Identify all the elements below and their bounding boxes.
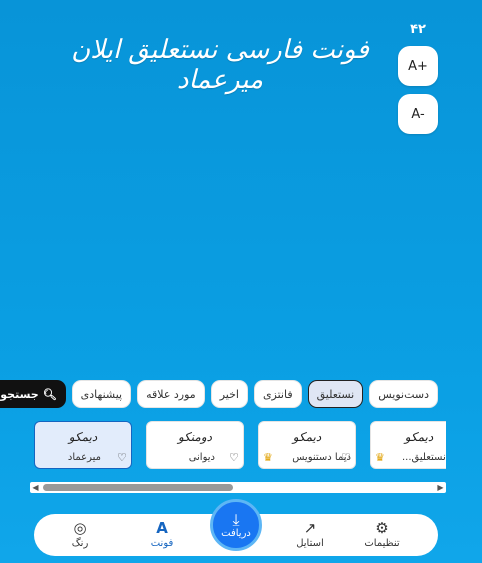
font-card[interactable]: دومنکو ♡ دیوانی	[146, 421, 244, 469]
tab-favorites[interactable]: مورد علاقه	[137, 380, 205, 408]
font-card-name: میرعماد	[67, 452, 101, 463]
horizontal-scrollbar[interactable]: ◀ ▶	[30, 482, 446, 493]
increase-size-button[interactable]: A+	[398, 46, 438, 86]
download-icon: ⤓	[232, 509, 240, 529]
tab-handwritten[interactable]: دست‌نویس	[369, 380, 438, 408]
gear-icon: ⚙	[375, 519, 389, 537]
scroll-right-arrow-icon[interactable]: ▶	[435, 482, 446, 493]
color-circles-icon: ◎	[73, 519, 87, 537]
tab-fantasy[interactable]: فانتزی	[253, 380, 302, 408]
font-card[interactable]: دیمکو ♛ دیما نستعلیق...	[370, 421, 446, 469]
font-card-selected[interactable]: دیمکو ♡ میرعماد	[34, 421, 132, 469]
nav-settings-label: تنظیمات	[364, 538, 400, 549]
crown-icon: ♛	[375, 451, 385, 464]
font-list: دیمکو ♛ دیما نستعلیق... دیمکو ♛ ♡ دیما د…	[30, 421, 446, 473]
font-card-preview: دیمکو	[68, 430, 98, 444]
font-size-counter: ۴۲	[410, 22, 426, 37]
nav-font-label: فونت	[150, 538, 174, 549]
download-label: دریافت	[221, 527, 251, 539]
tab-recent[interactable]: اخیر	[210, 380, 248, 408]
font-card-name: دیوانی	[188, 452, 215, 463]
font-icon: A	[156, 519, 168, 537]
style-icon: ↗	[303, 519, 317, 537]
search-icon: 🔍︎	[42, 387, 57, 401]
nav-color[interactable]: ◎ رنگ	[50, 518, 110, 549]
heart-icon[interactable]: ♡	[117, 451, 127, 464]
font-card-name: دیما دستنویس	[292, 452, 351, 463]
tab-search[interactable]: 🔍︎ جستجو	[0, 380, 66, 408]
font-card-preview: دیمکو	[292, 430, 322, 444]
download-button[interactable]: ⤓ دریافت	[210, 499, 262, 551]
nav-settings[interactable]: ⚙ تنظیمات	[352, 518, 412, 549]
scroll-left-arrow-icon[interactable]: ◀	[30, 482, 41, 493]
heart-icon[interactable]: ♡	[229, 451, 239, 464]
crown-icon: ♛	[263, 451, 273, 464]
font-card-preview: دومنکو	[177, 430, 212, 444]
font-card-name: دیما نستعلیق...	[402, 452, 446, 463]
tab-search-label: جستجو	[0, 387, 39, 401]
nav-style-label: استایل	[296, 538, 324, 549]
preview-text: فونت فارسی نستعلیق ایلان میرعماد	[71, 35, 369, 95]
tab-nastaliq[interactable]: نستعلیق	[307, 380, 364, 408]
scroll-thumb[interactable]	[43, 484, 233, 491]
nav-color-label: رنگ	[71, 538, 89, 549]
font-card-preview: دیمکو	[404, 430, 434, 444]
font-card[interactable]: دیمکو ♛ ♡ دیما دستنویس	[258, 421, 356, 469]
nav-font[interactable]: A فونت	[132, 518, 192, 549]
tab-suggested[interactable]: پیشنهادی	[71, 380, 132, 408]
decrease-size-button[interactable]: A-	[398, 94, 438, 134]
category-tabs: 🔍︎ جستجو پیشنهادی مورد علاقه اخیر فانتزی…	[0, 380, 438, 408]
nav-style[interactable]: ↗ استایل	[280, 518, 340, 549]
